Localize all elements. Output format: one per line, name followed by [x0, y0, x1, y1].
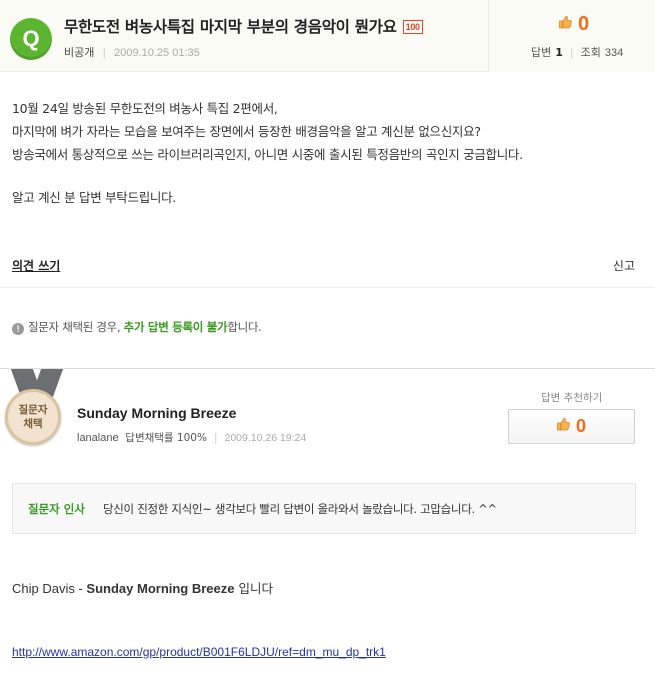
thumbs-up-icon [557, 418, 570, 431]
answer-recommend-count: 0 [575, 416, 586, 436]
info-icon: ! [12, 323, 24, 335]
report-link[interactable]: 신고 [613, 257, 635, 274]
thanks-message: 당신이 진정한 지식인~ 생각보다 빨리 답변이 올라와서 놀랐습니다. 고맙습… [103, 502, 497, 516]
answer-meta: lanalane 답변채택률 100% | 2009.10.26 19:24 [77, 432, 307, 444]
adoption-rate: 답변채택률 100% [125, 432, 207, 444]
write-opinion-link[interactable]: 의견 쓰기 [12, 257, 60, 274]
question-title-text: 무한도전 벼농사특집 마지막 부분의 경음악이 뭔가요 [64, 18, 397, 36]
adoption-notice: ! 질문자 채택된 경우, 추가 답변 등록이 불가합니다. [12, 319, 262, 335]
medal-line2: 채택 [23, 418, 43, 430]
views-count: 334 [604, 47, 624, 59]
question-recommend[interactable]: 0 [559, 13, 589, 36]
notice-highlight: 추가 답변 등록이 불가 [123, 320, 228, 334]
question-date: 2009.10.25 01:35 [114, 47, 200, 59]
question-stats: 답변 1 | 조회 334 [531, 46, 624, 59]
thanks-label: 질문자 인사 [28, 502, 85, 516]
views-label: 조회 [580, 46, 601, 59]
answer-suffix: 입니다 [234, 581, 273, 596]
question-badge-icon: Q [10, 18, 52, 60]
medal-line1: 질문자 [18, 404, 48, 416]
question-title: 무한도전 벼농사특집 마지막 부분의 경음악이 뭔가요 100 [64, 15, 423, 37]
answer-header: 질문자 채택 Sunday Morning Breeze lanalane 답변… [0, 368, 655, 455]
answer-title: Sunday Morning Breeze [77, 405, 237, 421]
question-meta: 비공개 | 2009.10.25 01:35 [64, 46, 200, 59]
question-author: 비공개 [64, 46, 95, 59]
answers-count: 1 [555, 46, 563, 59]
adopted-medal: 질문자 채택 [5, 389, 61, 445]
questioner-thanks-box: 질문자 인사 당신이 진정한 지식인~ 생각보다 빨리 답변이 올라와서 놀랐습… [12, 483, 636, 534]
question-body-line: 마지막에 벼가 자라는 모습을 보여주는 장면에서 등장한 배경음악을 알고 계… [12, 124, 481, 139]
points-badge: 100 [402, 20, 423, 34]
thumbs-up-icon [559, 16, 572, 29]
answer-song: Sunday Morning Breeze [86, 581, 235, 596]
answer-artist: Chip Davis - [12, 581, 87, 596]
question-header: Q 무한도전 벼농사특집 마지막 부분의 경음악이 뭔가요 100 비공개 | 200… [0, 0, 655, 72]
question-body-line: 방송국에서 통상적으로 쓰는 라이브러리곡인지, 아니면 시중에 출시된 특정음… [12, 147, 523, 162]
notice-prefix: 질문자 채택된 경우, [28, 320, 121, 334]
answer-date: 2009.10.26 19:24 [224, 432, 307, 444]
question-body-line: 10월 24일 방송된 무한도전의 벼농사 특집 2편에서, [12, 101, 278, 116]
medal-icon: 질문자 채택 [0, 369, 74, 456]
question-body-line: 알고 계신 분 답변 부탁드립니다. [12, 190, 176, 205]
answer-reference-link[interactable]: http://www.amazon.com/gp/product/B001F6L… [12, 645, 386, 659]
answers-label: 답변 [531, 46, 552, 59]
recommend-answer-button[interactable]: 0 [508, 409, 635, 444]
question-recommend-count: 0 [578, 13, 590, 35]
divider [0, 287, 655, 288]
notice-suffix: 합니다. [227, 320, 262, 334]
recommend-answer-label: 답변 추천하기 [541, 392, 603, 404]
answer-user[interactable]: lanalane [77, 432, 119, 444]
question-stats-panel: 0 답변 1 | 조회 334 [488, 0, 655, 72]
answer-body: Chip Davis - Sunday Morning Breeze 입니다 [12, 578, 273, 597]
question-body: 10월 24일 방송된 무한도전의 벼농사 특집 2편에서, 마지막에 벼가 자… [12, 97, 642, 209]
